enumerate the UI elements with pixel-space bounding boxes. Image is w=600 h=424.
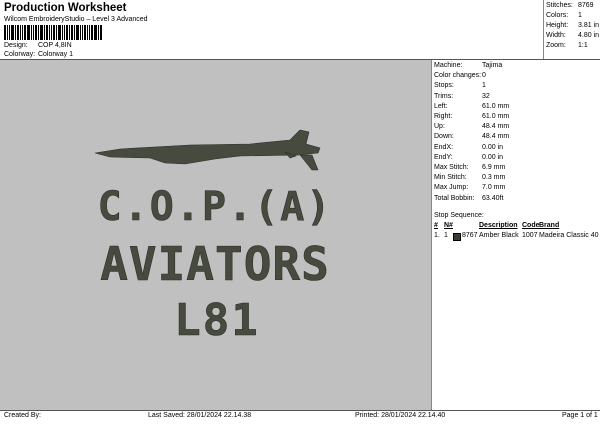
- created-by: Created By:: [4, 412, 41, 419]
- machine-info-row: EndY: 0.00 in: [434, 153, 504, 161]
- machine-info-row: Up: 48.4 mm: [434, 123, 510, 131]
- stop-sequence-title: Stop Sequence:: [434, 212, 484, 219]
- stats-panel: Stitches: 8769 Colors: 1 Height: 3.81 in Wi…: [543, 0, 600, 60]
- design-line-3: L81: [174, 295, 259, 346]
- machine-info-row: Max Jump: 7.0 mm: [434, 184, 506, 192]
- design-row: Design: COP 4,8IN: [4, 42, 72, 49]
- footer-divider: [0, 410, 600, 411]
- machine-info-row: Color changes: 0: [434, 72, 486, 80]
- printed-date: Printed: 28/01/2024 22.14.40: [355, 412, 446, 419]
- machine-info-row: Total Bobbin: 63.40ft: [434, 194, 504, 202]
- stat-stitches: Stitches: 8769: [546, 2, 594, 9]
- stop-sequence-header: # N# Description Code Brand: [434, 222, 560, 229]
- machine-info-row: Left: 61.0 mm: [434, 102, 510, 110]
- stat-width: Width: 4.80 in: [546, 32, 600, 39]
- machine-info-row: Max Stitch: 6.9 mm: [434, 164, 506, 171]
- jet-icon: [94, 129, 321, 171]
- machine-info-row: Stops: 1: [434, 82, 486, 90]
- stat-colors: Colors: 1: [546, 12, 582, 19]
- colorway-label: Colorway:: [4, 51, 36, 58]
- thread-color-swatch: [453, 233, 461, 241]
- stop-sequence-row: 1. 1 8767 Amber Black 1007 Madeira Class…: [434, 232, 599, 241]
- design-label: Design:: [4, 42, 28, 49]
- stat-zoom: Zoom: 1:1: [546, 42, 588, 49]
- machine-info-row: Min Stitch: 0.3 mm: [434, 174, 506, 182]
- machine-info-row: Right: 61.0 mm: [434, 113, 510, 120]
- machine-info-row: Down: 48.4 mm: [434, 133, 510, 141]
- design-value: COP 4,8IN: [37, 42, 72, 49]
- software-subtitle: Wilcom EmbroideryStudio – Level 3 Advanc…: [4, 16, 148, 23]
- page-number: Page 1 of 1: [562, 412, 598, 419]
- colorway-value: Colorway 1: [37, 51, 73, 58]
- page-title: Production Worksheet: [4, 2, 127, 14]
- machine-info-row: EndX: 0.00 in: [434, 143, 504, 151]
- stat-height: Height: 3.81 in: [546, 22, 600, 29]
- design-line-1: C.O.P.(A): [98, 184, 333, 230]
- machine-info-row: Machine: Tajima: [434, 62, 503, 69]
- machine-info-row: Trims: 32: [434, 92, 490, 100]
- last-saved: Last Saved: 28/01/2024 22.14.38: [148, 412, 252, 419]
- barcode: [4, 25, 116, 40]
- machine-info-panel: Stop Sequence: # N# Description Code Bra…: [432, 60, 600, 410]
- design-preview: C.O.P.(A) AVIATORS L81: [0, 60, 432, 410]
- design-artwork: C.O.P.(A) AVIATORS L81: [94, 129, 333, 346]
- colorway-row: Colorway: Colorway 1: [4, 51, 73, 58]
- design-line-2: AVIATORS: [100, 237, 330, 291]
